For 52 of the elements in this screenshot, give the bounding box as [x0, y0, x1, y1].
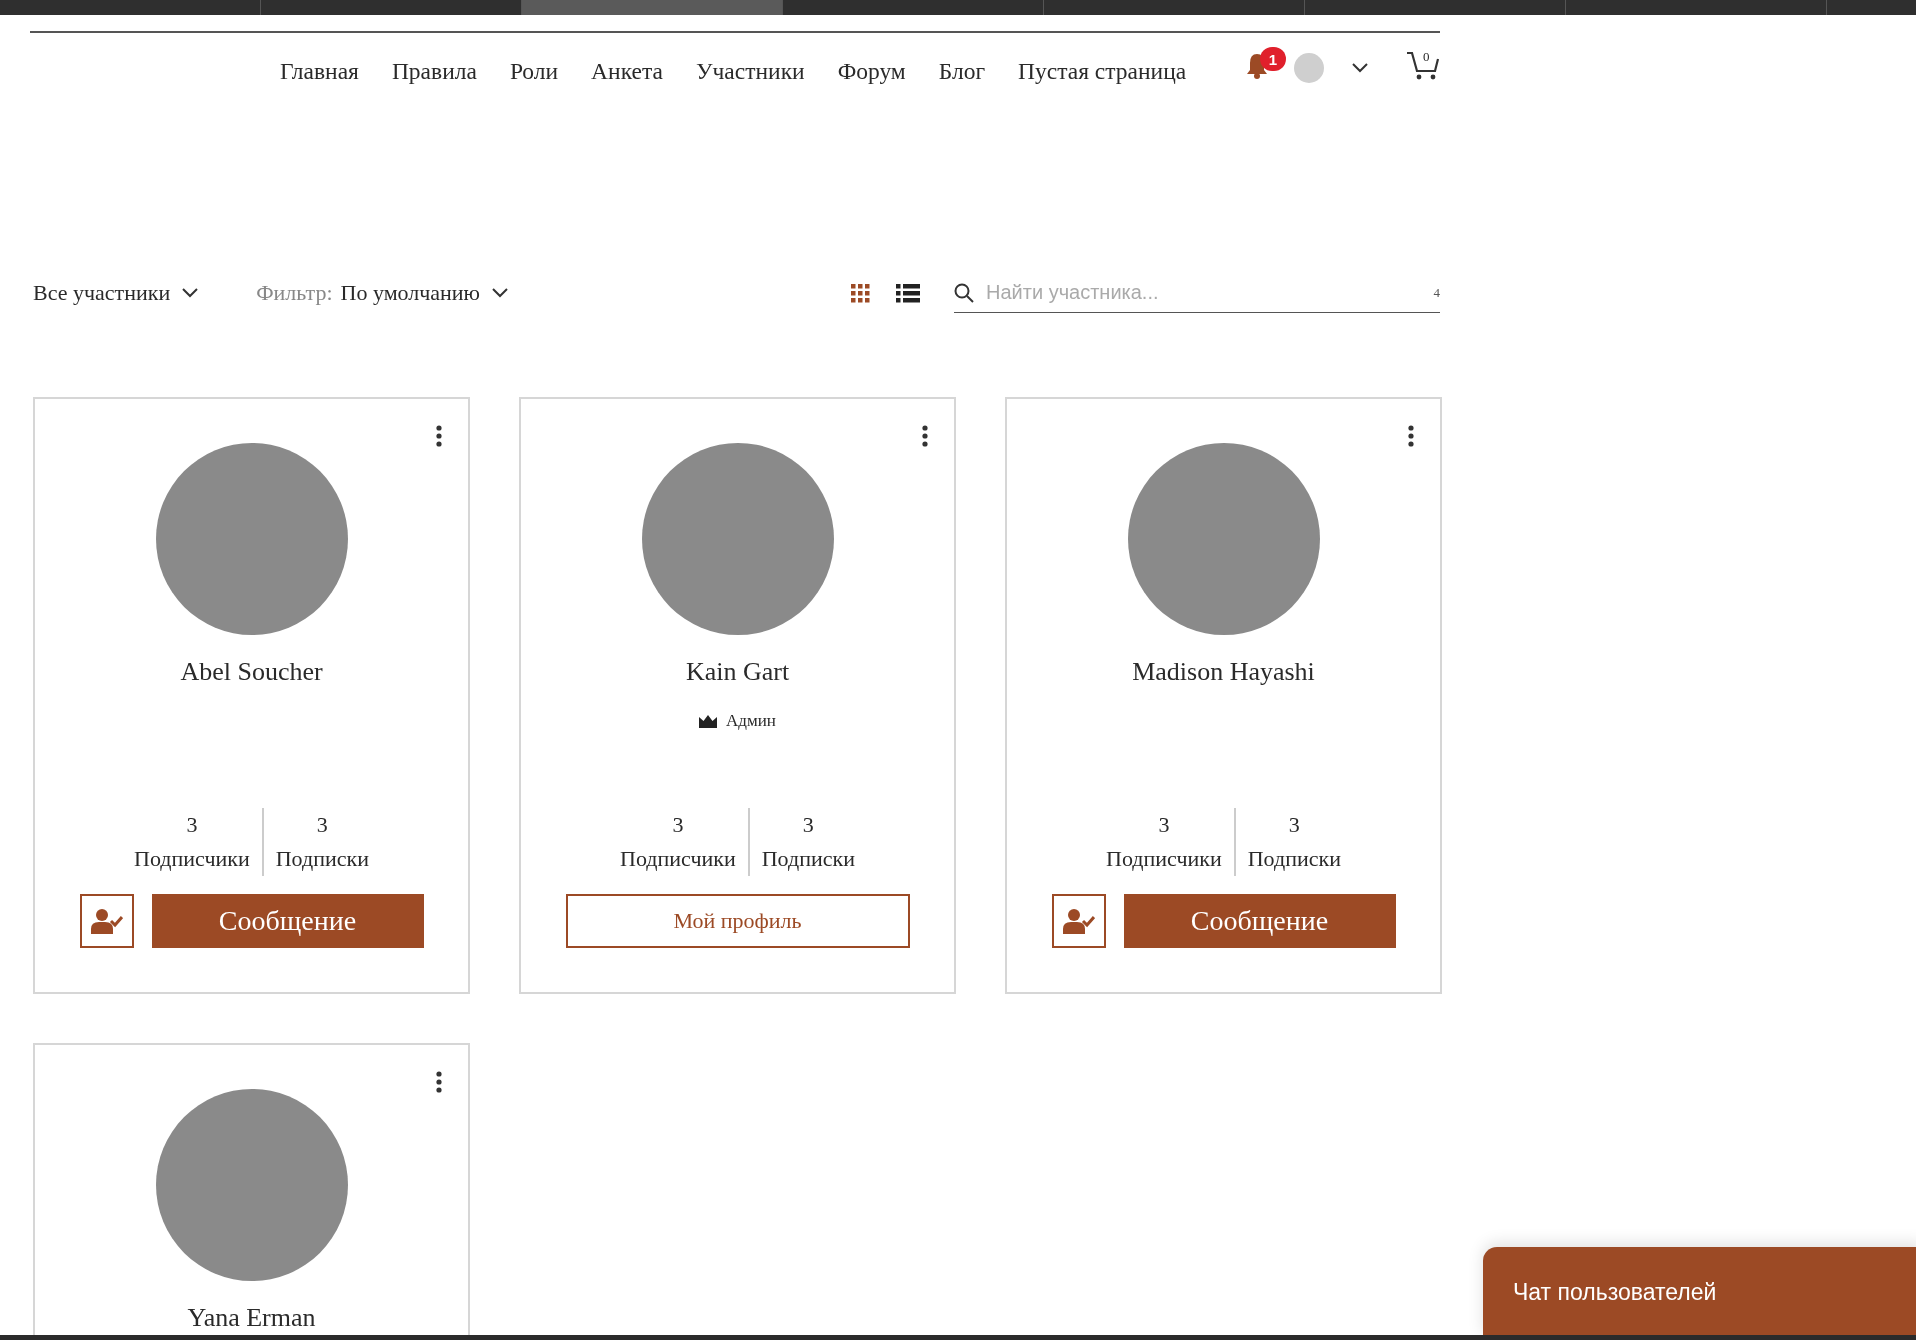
role-label: Админ: [726, 711, 776, 731]
member-name[interactable]: Abel Soucher: [180, 657, 323, 687]
message-button[interactable]: Сообщение: [1123, 894, 1396, 948]
following-label[interactable]: Подписки: [1247, 842, 1341, 876]
follow-button[interactable]: [79, 894, 134, 948]
member-count: 4: [1433, 284, 1440, 301]
nav-link[interactable]: Блог: [938, 57, 986, 85]
chevron-icon: [182, 288, 199, 298]
followers-count: 3: [672, 811, 684, 839]
nav-link[interactable]: Участники: [695, 57, 805, 85]
chevron-icon: [492, 288, 509, 298]
more-options-icon[interactable]: [1408, 425, 1414, 447]
nav-link[interactable]: Анкета: [591, 57, 663, 85]
cart-icon[interactable]: [1406, 51, 1440, 81]
nav-link[interactable]: Пустая страница: [1018, 57, 1187, 85]
grid-view-button[interactable]: [851, 283, 870, 303]
more-options-icon[interactable]: [436, 425, 442, 447]
chat-panel[interactable]: Чат пользователей: [1483, 1247, 1916, 1337]
following-label[interactable]: Подписки: [275, 842, 369, 876]
members-dropdown[interactable]: Все участники: [33, 280, 199, 306]
my-profile-button[interactable]: Мой профиль: [565, 894, 910, 948]
following-count: 3: [316, 811, 328, 839]
following-count: 3: [802, 811, 814, 839]
nav-link[interactable]: Главная: [280, 57, 359, 85]
more-options-icon[interactable]: [922, 425, 928, 447]
followers-label[interactable]: Подписчики: [134, 842, 250, 876]
nav-link[interactable]: Правила: [391, 57, 477, 85]
filter-label: Фильтр:: [256, 280, 333, 306]
nav-link[interactable]: Форум: [837, 57, 906, 85]
following-count: 3: [1288, 811, 1300, 839]
member-name[interactable]: Kain Gart: [685, 657, 790, 687]
search-icon: [954, 282, 974, 303]
user-check-icon: [1062, 908, 1095, 934]
member-name[interactable]: Yana Erman: [187, 1303, 316, 1333]
member-name[interactable]: Madison Hayashi: [1132, 657, 1315, 687]
cart-count: 0: [1423, 49, 1430, 65]
message-button[interactable]: Сообщение: [151, 894, 424, 948]
followers-label[interactable]: Подписчики: [1106, 842, 1222, 876]
list-view-button[interactable]: [896, 283, 920, 303]
followers-label[interactable]: Подписчики: [620, 842, 736, 876]
more-options-icon[interactable]: [436, 1071, 442, 1093]
following-label[interactable]: Подписки: [761, 842, 855, 876]
user-check-icon: [90, 908, 123, 934]
followers-count: 3: [186, 811, 198, 839]
crown-icon: [699, 714, 718, 728]
notification-badge: 1: [1260, 47, 1286, 71]
chevron-icon: [1352, 63, 1368, 73]
filter-dropdown[interactable]: По умолчанию: [340, 280, 509, 306]
followers-count: 3: [1158, 811, 1170, 839]
search-field[interactable]: Найти участника...: [984, 280, 1424, 305]
nav-link[interactable]: Роли: [509, 57, 559, 85]
follow-button[interactable]: [1051, 894, 1106, 948]
